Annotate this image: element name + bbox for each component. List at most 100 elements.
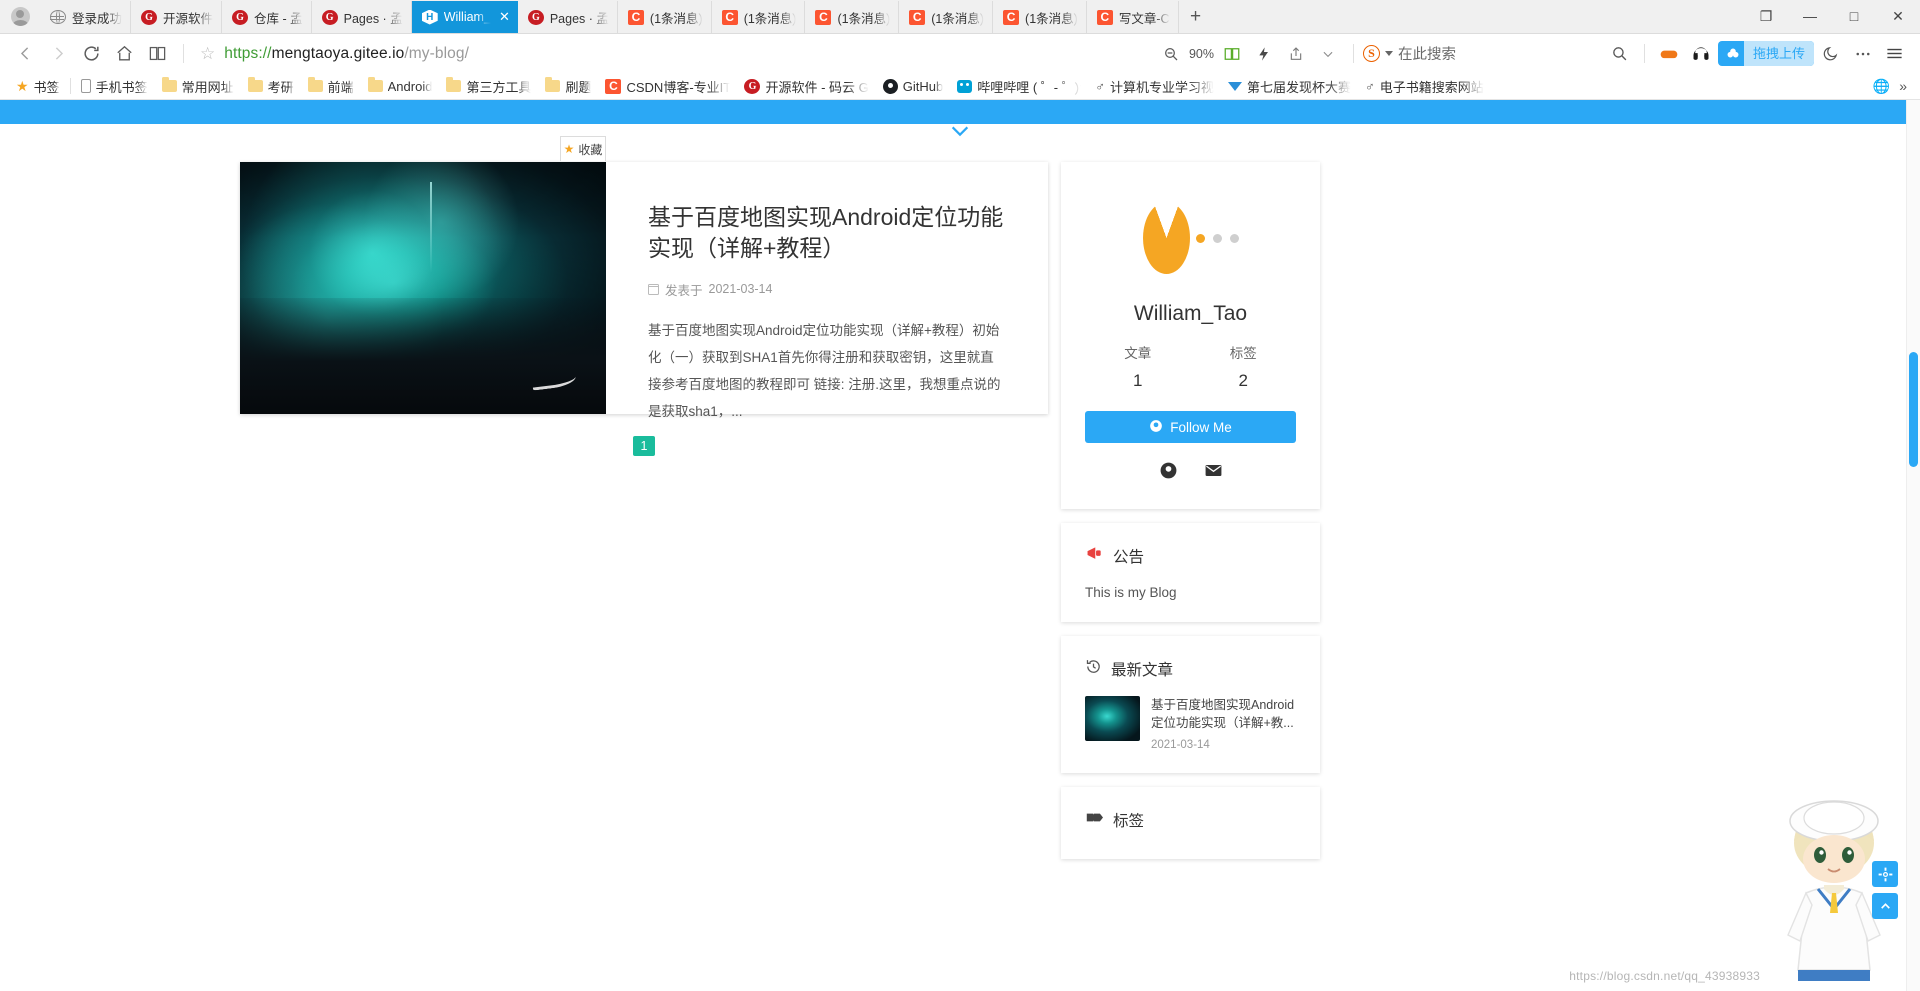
article-card[interactable]: 基于百度地图实现Android定位功能实现（详解+教程） 发表于 2021-03…	[240, 162, 1048, 419]
bookmark-star-icon[interactable]: ☆	[200, 44, 215, 64]
close-window-button[interactable]: ✕	[1876, 1, 1920, 31]
lightning-icon[interactable]	[1249, 38, 1280, 69]
bookmark-item[interactable]: ♂ 电子书籍搜索网站	[1358, 75, 1491, 98]
bookmark-item[interactable]: 刷题	[538, 75, 598, 98]
bookmark-item[interactable]: C CSDN博客-专业IT	[598, 75, 737, 98]
main-menu-icon[interactable]	[1879, 38, 1910, 69]
tags-title: 标签	[1113, 813, 1145, 831]
browser-tab[interactable]: G Pages · 孟	[517, 1, 618, 33]
search-engine-caret-icon[interactable]	[1384, 51, 1393, 56]
pacman-dots	[1195, 233, 1239, 243]
vertical-scrollbar[interactable]	[1906, 100, 1920, 991]
forward-icon[interactable]	[43, 38, 74, 69]
announcement-widget: 公告 This is my Blog	[1061, 523, 1320, 622]
browser-tab[interactable]: G Pages · 孟	[311, 1, 412, 33]
more-options-icon[interactable]	[1847, 38, 1878, 69]
reader-mode-icon[interactable]	[1217, 38, 1248, 69]
bookmark-item[interactable]: Android	[361, 77, 440, 96]
hexo-icon: H	[421, 9, 438, 25]
drag-upload-button[interactable]: 拖拽上传	[1717, 41, 1814, 66]
tags-widget: 标签	[1061, 787, 1320, 860]
address-bar[interactable]: ☆ https://mengtaoya.gitee.io/my-blog/	[194, 38, 1154, 69]
bookmark-item[interactable]: 考研	[241, 75, 301, 98]
pagination-current-page[interactable]: 1	[632, 436, 656, 456]
recent-posts-widget: 最新文章 基于百度地图实现Android定位功能实现（详解+教... 2021-…	[1061, 636, 1320, 774]
home-icon[interactable]	[109, 38, 140, 69]
zoom-out-icon[interactable]	[1156, 38, 1187, 69]
hook-icon: ♂	[1364, 78, 1375, 94]
github-icon	[1149, 419, 1163, 436]
scroll-down-chevron-icon[interactable]	[0, 124, 1920, 138]
bookmark-item[interactable]: ★ 书签	[9, 75, 67, 98]
search-input[interactable]: S 在此搜索	[1362, 43, 1603, 64]
bookmark-label: 考研	[267, 79, 294, 95]
gitee-icon: G	[141, 9, 158, 25]
gitee-icon: G	[527, 9, 544, 25]
megaphone-icon	[1085, 545, 1104, 567]
scroll-to-top-fab-button[interactable]	[1872, 893, 1898, 919]
search-icon[interactable]	[1604, 38, 1635, 69]
url-text: https://mengtaoya.gitee.io/my-blog/	[224, 45, 469, 63]
new-tab-button[interactable]: +	[1179, 1, 1213, 33]
minimize-window-button[interactable]: —	[1788, 1, 1832, 31]
maximize-window-button[interactable]: □	[1832, 1, 1876, 31]
bookmark-item[interactable]: 手机书签	[74, 75, 155, 98]
bookmark-item[interactable]: GitHub	[876, 77, 950, 96]
recent-post-text: 基于百度地图实现Android定位功能实现（详解+教... 2021-03-14	[1151, 696, 1296, 751]
bookmark-label: 第三方工具	[466, 79, 532, 95]
browser-tab[interactable]: C (1条消息)	[617, 1, 712, 33]
chevron-down-icon[interactable]	[1313, 38, 1344, 69]
headphones-icon[interactable]	[1686, 38, 1717, 69]
bookmark-item[interactable]: ♂ 计算机专业学习视	[1088, 75, 1221, 98]
recent-post-item[interactable]: 基于百度地图实现Android定位功能实现（详解+教... 2021-03-14	[1085, 696, 1296, 751]
share-icon[interactable]	[1281, 38, 1312, 69]
scrollbar-thumb[interactable]	[1909, 352, 1918, 467]
cloud-icon	[1722, 43, 1744, 65]
browser-tab[interactable]: C 写文章-C	[1086, 1, 1179, 33]
star-icon: ★	[563, 142, 575, 156]
bookmark-item[interactable]: G 开源软件 - 码云 G	[737, 75, 875, 98]
browser-tab[interactable]: C (1条消息)	[805, 1, 900, 33]
settings-fab-button[interactable]	[1872, 861, 1898, 887]
back-icon[interactable]	[10, 38, 41, 69]
browser-tab-active[interactable]: H William_ ✕	[411, 1, 518, 33]
bookmark-item[interactable]: 常用网址	[155, 75, 241, 98]
close-tab-icon[interactable]: ✕	[499, 9, 510, 25]
bookmark-item[interactable]: 哔哩哔哩 ( ゜- ゜)つ	[950, 75, 1088, 98]
stat-tags[interactable]: 标签 2	[1191, 342, 1297, 391]
browser-tab[interactable]: C (1条消息)	[993, 1, 1087, 33]
browser-tab[interactable]: 登录成功	[40, 1, 132, 33]
browser-tab[interactable]: G 开源软件	[131, 1, 223, 33]
reload-icon[interactable]	[76, 38, 107, 69]
favorite-tooltip[interactable]: ★ 收藏	[560, 136, 606, 161]
stat-articles[interactable]: 文章 1	[1085, 342, 1191, 391]
browser-tab-title: (1条消息)	[1025, 11, 1078, 26]
email-icon[interactable]	[1204, 461, 1223, 485]
article-title[interactable]: 基于百度地图实现Android定位功能实现（详解+教程）	[648, 202, 1006, 264]
browser-tab[interactable]: G 仓库 - 孟	[222, 1, 312, 33]
game-controller-icon[interactable]	[1654, 38, 1685, 69]
bookmarks-overflow-chevron[interactable]: »	[1899, 78, 1907, 94]
profile-avatar	[1142, 190, 1239, 286]
search-engine-icon[interactable]: S	[1362, 45, 1380, 62]
github-icon[interactable]	[1159, 461, 1178, 485]
bookmarks-overflow[interactable]: 🌐 »	[1873, 78, 1911, 95]
bookmark-item[interactable]: 前端	[301, 75, 361, 98]
url-scheme: https://	[224, 44, 272, 62]
csdn-icon: C	[1096, 9, 1113, 25]
restore-window-button[interactable]: ❐	[1744, 1, 1788, 31]
recent-post-title[interactable]: 基于百度地图实现Android定位功能实现（详解+教...	[1151, 696, 1296, 732]
bookmark-label: CSDN博客-专业IT	[626, 79, 731, 95]
zoom-level-label[interactable]: 90%	[1189, 47, 1214, 61]
bookmark-item[interactable]: 第三方工具	[439, 75, 538, 98]
browser-tab[interactable]: C (1条消息)	[899, 1, 994, 33]
browser-tab[interactable]: C (1条消息)	[711, 1, 806, 33]
follow-me-button[interactable]: Follow Me	[1085, 411, 1296, 443]
night-mode-icon[interactable]	[1815, 38, 1846, 69]
bookmark-item[interactable]: 第七届发现杯大赛	[1221, 75, 1358, 98]
user-avatar-button[interactable]	[0, 0, 40, 33]
reading-list-icon[interactable]	[142, 38, 173, 69]
globe-icon[interactable]: 🌐	[1873, 78, 1890, 95]
profile-widget: William_Tao 文章 1 标签 2 Follow Me	[1061, 162, 1320, 509]
url-host: mengtaoya.gitee.io	[271, 44, 405, 62]
